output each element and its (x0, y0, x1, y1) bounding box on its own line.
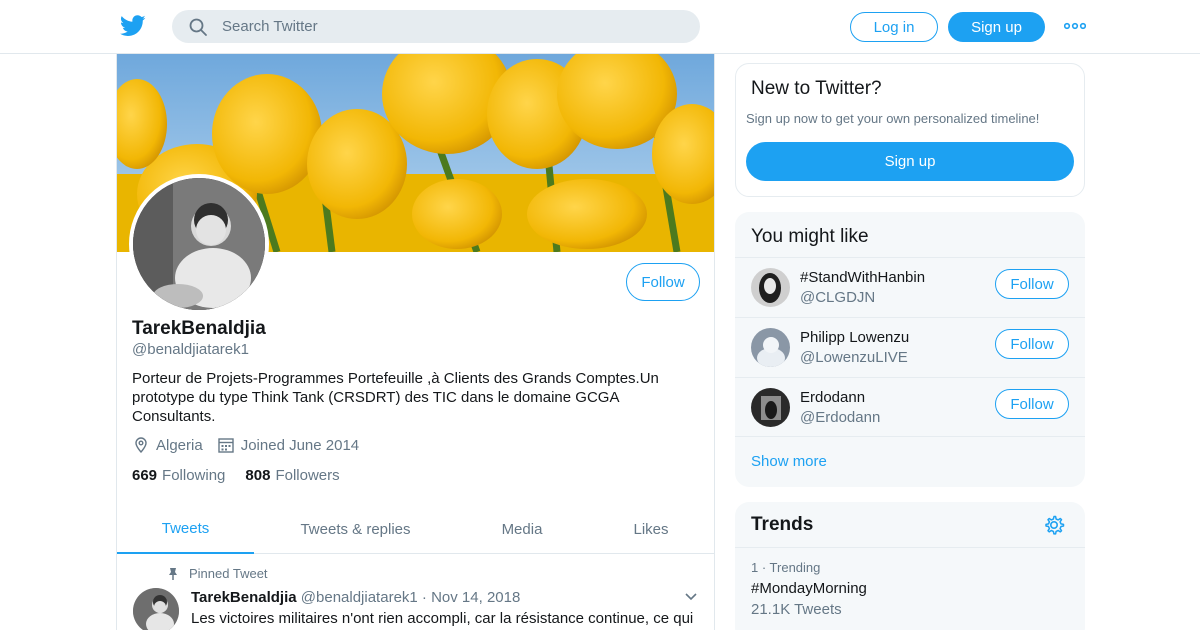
you-might-like-title: You might like (751, 226, 869, 247)
profile-name: TarekBenaldjia (132, 318, 266, 339)
calendar-icon (218, 438, 234, 453)
trend-item[interactable]: 1 · Trending #MondayMorning 21.1K Tweets (735, 547, 1085, 630)
profile-avatar[interactable] (129, 174, 269, 314)
trends-title: Trends (751, 514, 814, 535)
new-to-twitter-subtitle: Sign up now to get your own personalized… (746, 111, 1040, 126)
trend-name[interactable]: #MondayMorning (751, 580, 867, 597)
login-button[interactable]: Log in (850, 12, 938, 42)
suggestion-avatar[interactable] (751, 328, 790, 367)
suggestion-avatar-image (751, 328, 790, 367)
tab-likes[interactable]: Likes (587, 504, 714, 554)
follow-button[interactable]: Follow (626, 263, 700, 301)
profile-column: Follow TarekBenaldjia @benaldjiatarek1 P… (116, 54, 715, 630)
tab-tweets[interactable]: Tweets (117, 504, 254, 554)
top-navigation-bar: Log in Sign up (0, 0, 1200, 54)
profile-handle[interactable]: @benaldjiatarek1 (132, 341, 249, 358)
tweet-header: TarekBenaldjia @benaldjiatarek1 · Nov 14… (191, 589, 520, 606)
search-input[interactable] (222, 18, 682, 35)
suggestion-handle: @CLGDJN (800, 289, 876, 306)
you-might-like-card: You might like #StandWithHanbin @CLGDJN … (735, 212, 1085, 487)
new-to-twitter-card: New to Twitter? Sign up now to get your … (735, 63, 1085, 197)
trend-tweet-count: 21.1K Tweets (751, 601, 842, 618)
followers-link[interactable]: 808 Followers (245, 467, 339, 484)
signup-card-button[interactable]: Sign up (746, 142, 1074, 181)
signup-button[interactable]: Sign up (948, 12, 1045, 42)
pin-icon (169, 567, 177, 580)
profile-joined-date: Joined June 2014 (240, 436, 360, 454)
tab-media[interactable]: Media (457, 504, 587, 554)
trends-card: Trends 1 · Trending #MondayMorning 21.1K… (735, 502, 1085, 630)
chevron-down-icon[interactable] (684, 592, 698, 602)
show-more-label[interactable]: Show more (751, 453, 827, 470)
more-options-icon[interactable] (1064, 20, 1086, 32)
pinned-tweet-label: Pinned Tweet (167, 566, 268, 581)
trend-rank: 1 · Trending (751, 560, 821, 575)
profile-counts: 669 Following 808 Followers (132, 467, 340, 484)
profile-bio: Porteur de Projets-Programmes Portefeuil… (132, 370, 659, 425)
following-link[interactable]: 669 Following (132, 467, 225, 484)
suggestion-follow-button[interactable]: Follow (995, 329, 1069, 359)
tweet-text: Les victoires militaires n'ont rien acco… (191, 610, 694, 627)
suggestion-avatar-image (751, 388, 790, 427)
location-icon (135, 437, 147, 454)
show-more-link[interactable]: Show more (735, 436, 1085, 487)
following-label: Following (162, 467, 226, 484)
suggestion-name[interactable]: Philipp Lowenzu (800, 329, 909, 346)
suggestion-item[interactable]: Philipp Lowenzu @LowenzuLIVE Follow (735, 317, 1085, 377)
suggestion-follow-button[interactable]: Follow (995, 389, 1069, 419)
tweet-author-name[interactable]: TarekBenaldjia (191, 589, 297, 606)
followers-count: 808 (245, 467, 271, 484)
tweet-separator: · (421, 589, 427, 606)
followers-label: Followers (275, 467, 340, 484)
suggestion-handle: @Erdodann (800, 409, 881, 426)
suggestion-avatar[interactable] (751, 388, 790, 427)
twitter-bird-icon[interactable] (120, 14, 146, 38)
suggestion-handle: @LowenzuLIVE (800, 349, 908, 366)
tweet-date[interactable]: Nov 14, 2018 (431, 589, 520, 606)
profile-meta: Algeria Joined June 2014 (132, 436, 359, 454)
search-icon (189, 18, 207, 36)
suggestion-follow-button[interactable]: Follow (995, 269, 1069, 299)
search-bar[interactable] (172, 10, 700, 43)
following-count: 669 (132, 467, 158, 484)
new-to-twitter-title: New to Twitter? (751, 78, 882, 99)
profile-location: Algeria (156, 436, 203, 454)
suggestion-item[interactable]: Erdodann @Erdodann Follow (735, 377, 1085, 437)
tweet-author-avatar[interactable] (133, 588, 179, 630)
gear-icon[interactable] (1043, 514, 1065, 536)
tab-tweets-and-replies[interactable]: Tweets & replies (254, 504, 457, 554)
suggestion-avatar-image (751, 268, 790, 307)
suggestion-name[interactable]: #StandWithHanbin (800, 269, 925, 286)
profile-tabs: Tweets Tweets & replies Media Likes (117, 504, 714, 554)
suggestion-avatar[interactable] (751, 268, 790, 307)
suggestion-name[interactable]: Erdodann (800, 389, 865, 406)
profile-avatar-image (133, 178, 265, 310)
tweet-avatar-image (133, 588, 179, 630)
pinned-text: Pinned Tweet (189, 566, 268, 581)
tweet-author-handle[interactable]: @benaldjiatarek1 (301, 589, 418, 606)
suggestion-item[interactable]: #StandWithHanbin @CLGDJN Follow (735, 257, 1085, 317)
